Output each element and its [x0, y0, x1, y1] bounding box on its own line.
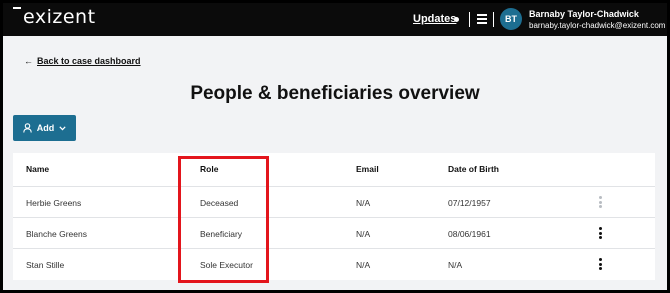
more-options-icon[interactable]: [599, 196, 603, 209]
user-name: Barnaby Taylor-Chadwick: [529, 9, 639, 19]
table-row[interactable]: Blanche Greens Beneficiary N/A 08/06/196…: [13, 217, 655, 248]
app-frame: exizent Updates BT Barnaby Taylor-Chadwi…: [0, 0, 670, 293]
column-header-date-of-birth[interactable]: Date of Birth: [448, 164, 499, 174]
divider: [493, 12, 494, 27]
cell-email: N/A: [356, 260, 371, 270]
more-options-icon[interactable]: [599, 258, 603, 271]
page-title: People & beneficiaries overview: [190, 83, 480, 104]
column-header-email[interactable]: Email: [356, 164, 379, 174]
user-email: barnaby.taylor-chadwick@exizent.com: [529, 21, 666, 30]
table-row[interactable]: Herbie Greens Deceased N/A 07/12/1957: [13, 186, 655, 217]
role-column-highlight: [178, 156, 269, 283]
cell-date-of-birth: N/A: [448, 260, 463, 270]
people-table: Name Role Email Date of Birth Herbie Gre…: [13, 153, 655, 280]
person-icon: [23, 123, 32, 133]
cell-name: Stan Stille: [26, 260, 65, 270]
exizent-logo[interactable]: exizent: [13, 6, 96, 28]
list-menu-icon[interactable]: [477, 14, 487, 24]
cell-email: N/A: [356, 198, 371, 208]
avatar[interactable]: BT: [500, 8, 522, 30]
cell-date-of-birth: 08/06/1961: [448, 229, 491, 239]
cell-date-of-birth: 07/12/1957: [448, 198, 491, 208]
updates-link[interactable]: Updates: [413, 13, 456, 25]
table-row[interactable]: Stan Stille Sole Executor N/A N/A: [13, 248, 655, 279]
divider: [469, 12, 470, 27]
chevron-down-icon: [59, 125, 66, 130]
add-button[interactable]: Add: [13, 115, 76, 141]
arrow-left-icon: ←: [24, 56, 33, 66]
more-options-icon[interactable]: [599, 227, 603, 240]
back-link-label: Back to case dashboard: [37, 56, 141, 66]
column-header-name[interactable]: Name: [26, 164, 49, 174]
back-to-dashboard-link[interactable]: ← Back to case dashboard: [24, 56, 141, 66]
notification-dot-icon: [454, 17, 459, 22]
cell-email: N/A: [356, 229, 371, 239]
cell-name: Herbie Greens: [26, 198, 82, 208]
add-button-label: Add: [36, 123, 55, 133]
cell-name: Blanche Greens: [26, 229, 87, 239]
top-bar: exizent Updates BT Barnaby Taylor-Chadwi…: [3, 3, 667, 36]
